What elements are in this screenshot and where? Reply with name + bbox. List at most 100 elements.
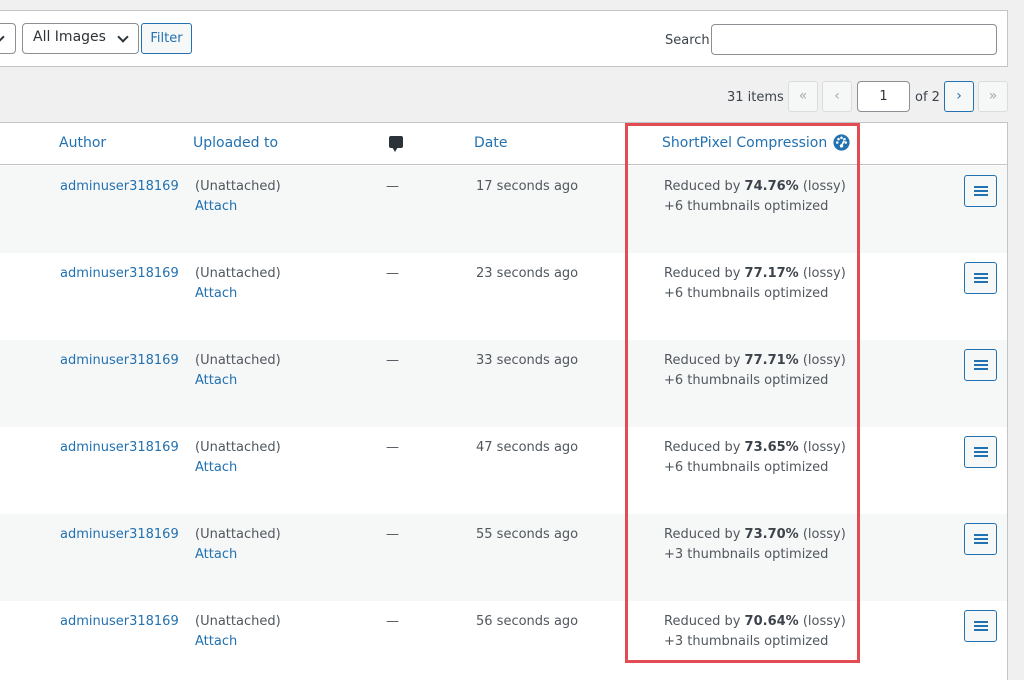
- menu-icon: [974, 542, 988, 544]
- menu-icon: [974, 538, 988, 540]
- author-link[interactable]: adminuser318169: [60, 612, 179, 632]
- date-value: 47 seconds ago: [476, 440, 579, 455]
- table-row: adminuser318169 (Unattached) Attach — 56…: [0, 601, 1007, 680]
- row-actions-button[interactable]: [964, 262, 997, 294]
- search-input[interactable]: [711, 24, 997, 55]
- row-actions-button[interactable]: [964, 175, 997, 207]
- reduced-percent: 74.76%: [744, 179, 799, 194]
- table-row: adminuser318169 (Unattached) Attach — 23…: [0, 253, 1007, 340]
- reduced-prefix: Reduced by: [664, 440, 745, 455]
- shortpixel-status: Reduced by 73.65% (lossy) +6 thumbnails …: [664, 438, 846, 478]
- table-row: adminuser318169 (Unattached) Attach — 55…: [0, 514, 1007, 601]
- menu-icon: [974, 273, 988, 275]
- thumbnails-optimized: +3 thumbnails optimized: [664, 547, 829, 562]
- shortpixel-status: Reduced by 77.17% (lossy) +6 thumbnails …: [664, 264, 846, 304]
- menu-icon: [974, 281, 988, 283]
- uploaded-to-cell: (Unattached) Attach: [195, 438, 281, 478]
- table-header: Author Uploaded to Date ShortPixel Compr…: [0, 123, 1007, 165]
- uploaded-to-cell: (Unattached) Attach: [195, 351, 281, 391]
- menu-icon: [974, 194, 988, 196]
- first-page-button[interactable]: «: [788, 81, 818, 112]
- attach-link[interactable]: Attach: [195, 197, 281, 217]
- date-filter-select[interactable]: [0, 23, 16, 54]
- attach-link[interactable]: Attach: [195, 371, 281, 391]
- reduced-percent: 73.70%: [744, 527, 799, 542]
- unattached-label: (Unattached): [195, 353, 281, 368]
- current-page-input[interactable]: 1: [857, 81, 910, 112]
- reduced-prefix: Reduced by: [664, 527, 745, 542]
- uploaded-to-cell: (Unattached) Attach: [195, 525, 281, 565]
- table-row: adminuser318169 (Unattached) Attach — 17…: [0, 166, 1007, 253]
- table-row: adminuser318169 (Unattached) Attach — 47…: [0, 427, 1007, 514]
- attach-link[interactable]: Attach: [195, 545, 281, 565]
- date-value: 33 seconds ago: [476, 353, 579, 368]
- thumbnails-optimized: +6 thumbnails optimized: [664, 373, 829, 388]
- menu-icon: [974, 451, 988, 453]
- unattached-label: (Unattached): [195, 440, 281, 455]
- date-value: 17 seconds ago: [476, 179, 579, 194]
- row-actions-button[interactable]: [964, 610, 997, 642]
- thumbnails-optimized: +6 thumbnails optimized: [664, 460, 829, 475]
- comments-count: —: [386, 614, 399, 629]
- author-link[interactable]: adminuser318169: [60, 177, 179, 197]
- menu-icon: [974, 625, 988, 627]
- author-link[interactable]: adminuser318169: [60, 438, 179, 458]
- column-author[interactable]: Author: [59, 135, 106, 151]
- column-date[interactable]: Date: [474, 135, 507, 151]
- date-value: 23 seconds ago: [476, 266, 579, 281]
- menu-icon: [974, 364, 988, 366]
- reduced-prefix: Reduced by: [664, 353, 745, 368]
- menu-icon: [974, 186, 988, 188]
- shortpixel-status: Reduced by 70.64% (lossy) +3 thumbnails …: [664, 612, 846, 652]
- items-count: 31 items: [727, 90, 784, 105]
- media-type-select[interactable]: All Images: [22, 23, 139, 54]
- menu-icon: [974, 360, 988, 362]
- row-actions-button[interactable]: [964, 349, 997, 381]
- reduced-suffix: (lossy): [798, 353, 846, 368]
- uploaded-to-cell: (Unattached) Attach: [195, 612, 281, 652]
- filter-bar: All Images Filter Search: [0, 10, 1008, 67]
- reduced-suffix: (lossy): [798, 179, 846, 194]
- shortpixel-status: Reduced by 77.71% (lossy) +6 thumbnails …: [664, 351, 846, 391]
- reduced-suffix: (lossy): [798, 614, 846, 629]
- unattached-label: (Unattached): [195, 179, 281, 194]
- attach-link[interactable]: Attach: [195, 632, 281, 652]
- attach-link[interactable]: Attach: [195, 458, 281, 478]
- attach-link[interactable]: Attach: [195, 284, 281, 304]
- thumbnails-optimized: +3 thumbnails optimized: [664, 634, 829, 649]
- chevron-down-icon: [0, 31, 5, 43]
- reduced-percent: 77.71%: [744, 353, 799, 368]
- last-page-button[interactable]: »: [978, 81, 1008, 112]
- comments-count: —: [386, 527, 399, 542]
- uploaded-to-cell: (Unattached) Attach: [195, 264, 281, 304]
- menu-icon: [974, 447, 988, 449]
- menu-icon: [974, 455, 988, 457]
- search-label: Search: [665, 33, 710, 48]
- menu-icon: [974, 629, 988, 631]
- row-actions-button[interactable]: [964, 436, 997, 468]
- column-shortpixel-compression[interactable]: ShortPixel Compression: [662, 135, 827, 151]
- column-uploaded-to[interactable]: Uploaded to: [193, 135, 278, 151]
- row-actions-button[interactable]: [964, 523, 997, 555]
- menu-icon: [974, 368, 988, 370]
- unattached-label: (Unattached): [195, 527, 281, 542]
- total-pages: of 2: [915, 90, 940, 105]
- thumbnails-optimized: +6 thumbnails optimized: [664, 286, 829, 301]
- author-link[interactable]: adminuser318169: [60, 264, 179, 284]
- unattached-label: (Unattached): [195, 614, 281, 629]
- reduced-percent: 70.64%: [744, 614, 799, 629]
- thumbnails-optimized: +6 thumbnails optimized: [664, 199, 829, 214]
- author-link[interactable]: adminuser318169: [60, 351, 179, 371]
- reduced-percent: 77.17%: [744, 266, 799, 281]
- next-page-button[interactable]: ›: [944, 81, 974, 112]
- reduced-percent: 73.65%: [744, 440, 799, 455]
- table-row: adminuser318169 (Unattached) Attach — 33…: [0, 340, 1007, 427]
- gauge-icon: [833, 134, 850, 151]
- shortpixel-status: Reduced by 74.76% (lossy) +6 thumbnails …: [664, 177, 846, 217]
- reduced-prefix: Reduced by: [664, 614, 745, 629]
- date-value: 55 seconds ago: [476, 527, 579, 542]
- comment-icon: [389, 136, 403, 152]
- filter-button[interactable]: Filter: [141, 23, 192, 54]
- author-link[interactable]: adminuser318169: [60, 525, 179, 545]
- prev-page-button[interactable]: ‹: [822, 81, 852, 112]
